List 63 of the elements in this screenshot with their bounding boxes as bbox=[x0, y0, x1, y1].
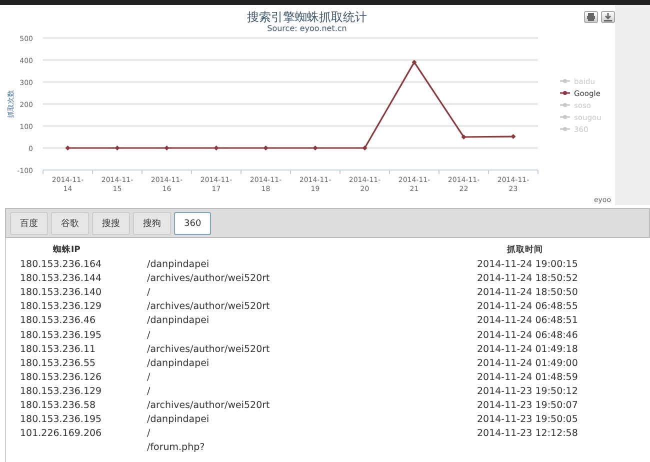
table-cell-text: 180.153.236.11 bbox=[20, 344, 97, 355]
table-cell-text: / bbox=[147, 287, 152, 298]
table-cell-text: 2014-11-24 06:48:55 bbox=[477, 301, 579, 312]
data-point bbox=[461, 134, 466, 140]
table-cell-text: 2014-11-23 19:50:07 bbox=[477, 400, 579, 412]
table-cell-text: 2014-11-24 06:48:51 bbox=[477, 315, 579, 326]
table-cell-text: /archives/author/wei520rt bbox=[147, 344, 271, 355]
table-cell-text: 180.153.236.195 bbox=[20, 414, 103, 426]
table-cell-text: 2014-11-23 19:50:05 bbox=[477, 414, 579, 426]
table-cell-text: 180.153.236.129 bbox=[20, 386, 103, 397]
table-cell-text: /forum.php? bbox=[147, 442, 206, 454]
data-point bbox=[114, 146, 120, 150]
table-cell-text: 180.153.236.144 bbox=[20, 273, 103, 284]
table-cell-text: 180.153.236.46 bbox=[20, 315, 97, 326]
print-icon bbox=[586, 12, 596, 22]
table-cell-text: 180.153.236.129 bbox=[20, 301, 103, 312]
table-cell-text: 2014-11-23 12:12:58 bbox=[477, 428, 579, 440]
tab[interactable]: 谷歌 bbox=[51, 212, 89, 235]
table-cell-text: 180.153.236.55 bbox=[20, 358, 97, 369]
table-cell-text: 2014-11-24 01:49:18 bbox=[477, 344, 579, 355]
chart-title: 搜索引擎蜘蛛抓取统计 bbox=[247, 10, 367, 24]
table-cell-text: 180.153.236.164 bbox=[20, 259, 103, 270]
data-point bbox=[362, 146, 368, 150]
data-point bbox=[65, 146, 70, 150]
data-point bbox=[312, 146, 318, 150]
data-point bbox=[510, 134, 516, 140]
table-cell-text: / bbox=[147, 386, 152, 397]
data-point bbox=[412, 60, 417, 65]
tab[interactable]: 百度 bbox=[10, 212, 48, 235]
data-point bbox=[214, 146, 219, 150]
table-cell-text: 180.153.236.195 bbox=[20, 330, 103, 341]
table-cell-text: 2014-11-23 19:50:12 bbox=[477, 386, 579, 397]
table-cell-text: 180.153.236.58 bbox=[20, 400, 97, 412]
table-cell-text: / bbox=[147, 372, 152, 383]
tab[interactable]: 搜搜 bbox=[92, 212, 130, 235]
table-cell-text: 2014-11-24 18:50:52 bbox=[477, 273, 579, 284]
table-cell-text: 2014-11-24 06:48:46 bbox=[477, 330, 579, 341]
table-cell-text: /danpindapei bbox=[147, 259, 210, 270]
table-cell-text: /danpindapei bbox=[147, 358, 210, 369]
table-cell-text: /archives/author/wei520rt bbox=[147, 301, 271, 312]
column-header: 蜘蛛IP bbox=[52, 244, 82, 256]
table-cell-text: /archives/author/wei520rt bbox=[147, 273, 271, 284]
table-cell-text: 101.226.169.206 bbox=[20, 428, 103, 440]
table-cell-text: 2014-11-24 01:48:59 bbox=[477, 372, 579, 383]
table-cell-text: / bbox=[147, 428, 152, 440]
column-header: 抓取时间 bbox=[506, 244, 544, 256]
table-cell-text: 2014-11-24 18:50:50 bbox=[477, 287, 579, 298]
table-cell-text: /danpindapei bbox=[147, 414, 210, 426]
data-point bbox=[164, 146, 170, 150]
data-point bbox=[263, 146, 268, 150]
table-cell-text: /danpindapei bbox=[147, 315, 210, 326]
chart-subtitle: Source: eyoo.net.cn bbox=[267, 24, 347, 33]
download-button[interactable] bbox=[601, 11, 615, 23]
table-cell-text: 180.153.236.140 bbox=[20, 287, 103, 298]
table-cell-text: 2014-11-24 01:49:00 bbox=[477, 358, 579, 369]
tab[interactable]: 360 bbox=[174, 212, 212, 235]
table-cell-text: 180.153.236.126 bbox=[20, 372, 103, 383]
table-cell-text: / bbox=[147, 330, 152, 341]
table-cell-text: 2014-11-24 19:00:15 bbox=[477, 259, 579, 270]
table-cell-text: /archives/author/wei520rt bbox=[147, 400, 271, 412]
download-icon bbox=[603, 12, 613, 22]
tab[interactable]: 搜狗 bbox=[133, 212, 171, 235]
print-button[interactable] bbox=[584, 11, 598, 23]
